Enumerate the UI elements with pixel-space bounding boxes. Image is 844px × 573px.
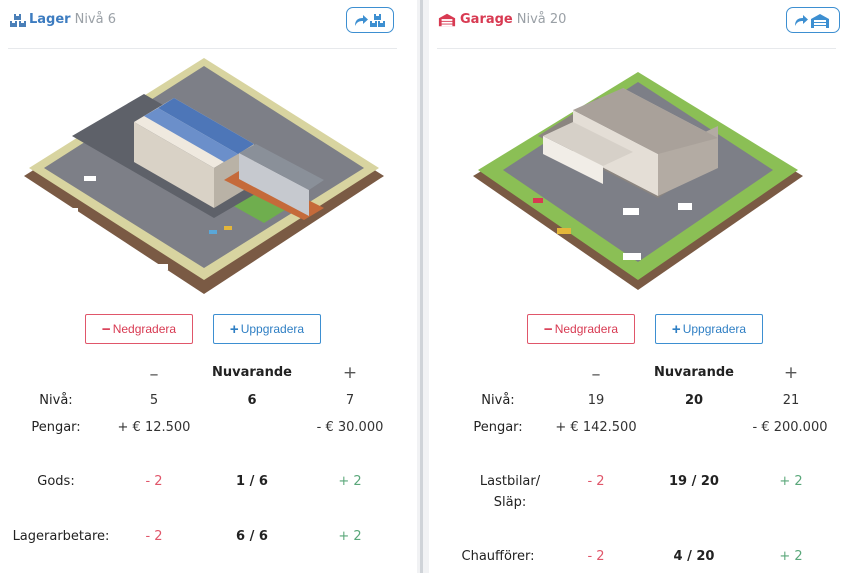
share-garage-button[interactable] bbox=[786, 7, 840, 33]
warehouse-panel: Lager Nivå 6 − Nedgradera + Uppgradera –… bbox=[0, 0, 417, 573]
row-plus-value: + 2 bbox=[338, 529, 362, 544]
minus-icon: − bbox=[543, 321, 553, 338]
row-minus-value: - 2 bbox=[587, 474, 605, 489]
row-minus-value: + € 12.500 bbox=[117, 420, 191, 435]
row-label: Gods: bbox=[37, 474, 75, 489]
row-label: Pengar: bbox=[473, 420, 523, 435]
row-label: Nivå: bbox=[39, 393, 73, 408]
col-current-header: Nuvarande bbox=[654, 365, 734, 380]
row-plus-value: - € 200.000 bbox=[752, 420, 828, 435]
row-label-line2: Släp: bbox=[493, 495, 527, 510]
col-plus-header: + bbox=[783, 363, 799, 383]
minus-icon: − bbox=[101, 321, 111, 338]
row-plus-value: + 2 bbox=[338, 474, 362, 489]
share-garage-icon bbox=[795, 14, 829, 28]
downgrade-button[interactable]: − Nedgradera bbox=[85, 314, 193, 344]
panel-header: Lager Nivå 6 bbox=[8, 7, 409, 34]
share-warehouse-button[interactable] bbox=[346, 7, 394, 33]
row-label: Nivå: bbox=[481, 393, 515, 408]
row-label: Lagerarbetare: bbox=[12, 529, 110, 544]
row-current-value: 1 / 6 bbox=[236, 474, 268, 489]
downgrade-button[interactable]: − Nedgradera bbox=[527, 314, 635, 344]
panel-level: Nivå 20 bbox=[516, 12, 567, 27]
row-minus-value: 19 bbox=[587, 393, 605, 408]
row-plus-value: - € 30.000 bbox=[316, 420, 384, 435]
row-current-value: 20 bbox=[684, 393, 704, 408]
panel-header: Garage Nivå 20 bbox=[437, 7, 840, 34]
col-minus-header: – bbox=[149, 364, 159, 385]
row-minus-value: - 2 bbox=[145, 474, 163, 489]
row-plus-value: + 2 bbox=[779, 474, 803, 489]
row-label-line1: Lastbilar/ bbox=[479, 474, 541, 489]
row-current-value: 6 bbox=[247, 393, 257, 408]
row-label: Pengar: bbox=[31, 420, 81, 435]
row-plus-value: 7 bbox=[345, 393, 355, 408]
row-minus-value: - 2 bbox=[145, 529, 163, 544]
col-current-header: Nuvarande bbox=[212, 365, 292, 380]
upgrade-button[interactable]: + Uppgradera bbox=[655, 314, 763, 344]
scrollbar[interactable] bbox=[420, 0, 423, 573]
panel-title: Garage Nivå 20 bbox=[460, 12, 567, 27]
garage-illustration bbox=[473, 72, 803, 290]
row-plus-value: + 2 bbox=[779, 549, 803, 564]
row-minus-value: 5 bbox=[149, 393, 159, 408]
row-plus-value: 21 bbox=[782, 393, 800, 408]
row-minus-value: + € 142.500 bbox=[555, 420, 637, 435]
garage-panel: GarageNivå 20 −Nedgradera +Uppgradera bbox=[429, 0, 844, 573]
row-current-value: 6 / 6 bbox=[236, 529, 268, 544]
col-minus-header: – bbox=[591, 364, 601, 385]
warehouse-illustration bbox=[24, 58, 384, 294]
upgrade-button[interactable]: + Uppgradera bbox=[213, 314, 321, 344]
plus-icon: + bbox=[229, 321, 239, 338]
row-current-value: 19 / 20 bbox=[669, 474, 719, 489]
panel-title: Lager Nivå 6 bbox=[29, 12, 116, 27]
header-divider bbox=[437, 48, 836, 49]
row-minus-value: - 2 bbox=[587, 549, 605, 564]
panel-gutter bbox=[417, 0, 429, 573]
row-label: Chaufförer: bbox=[461, 549, 535, 564]
warehouse-icon bbox=[10, 14, 26, 27]
share-warehouse-icon bbox=[355, 14, 385, 27]
plus-icon: + bbox=[671, 321, 681, 338]
garage-icon bbox=[438, 13, 456, 27]
row-current-value: 4 / 20 bbox=[673, 549, 715, 564]
col-plus-header: + bbox=[342, 363, 358, 383]
header-divider bbox=[8, 48, 397, 49]
panel-level: Nivå 6 bbox=[74, 12, 116, 27]
